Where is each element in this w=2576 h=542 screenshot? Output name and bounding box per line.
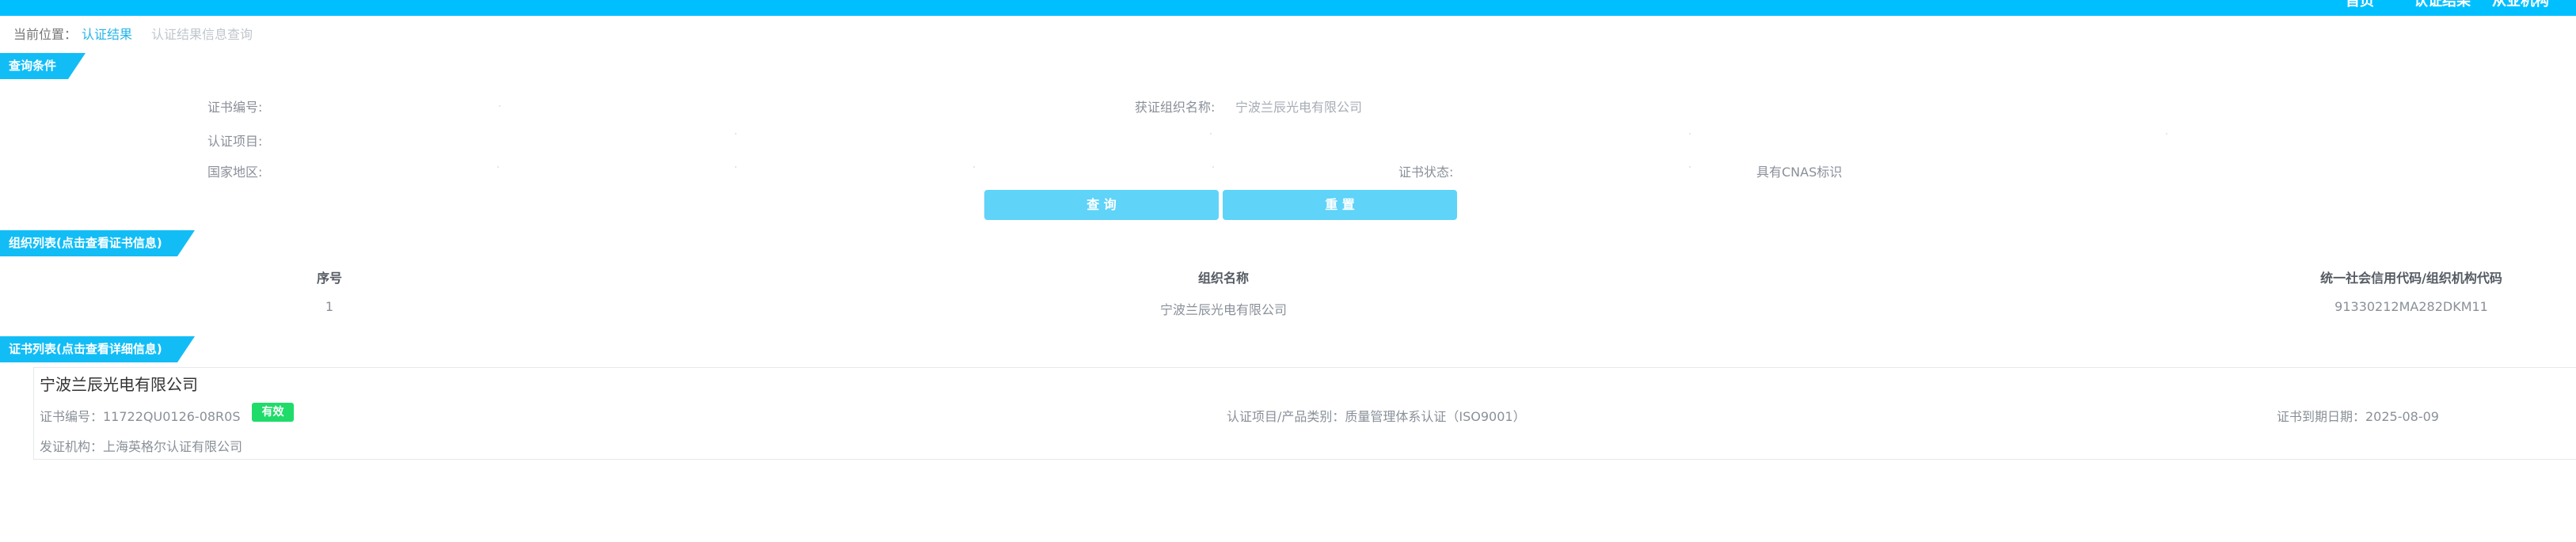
region-select-1[interactable] <box>497 166 499 168</box>
cert-card-org-name[interactable]: 宁波兰辰光电有限公司 <box>40 372 198 395</box>
reset-button[interactable]: 重 置 <box>1223 190 1457 220</box>
org-row-index[interactable]: 1 <box>325 299 333 314</box>
cert-card-issuer: 发证机构：上海英格尔认证有限公司 <box>40 439 243 454</box>
region-select-2[interactable] <box>735 166 736 168</box>
org-col-index: 序号 <box>316 271 343 286</box>
org-list-section-title: 组织列表(点击查看证书信息) <box>0 230 195 256</box>
org-row-name[interactable]: 宁波兰辰光电有限公司 <box>1160 299 1287 318</box>
project-select-3[interactable] <box>1689 133 1691 135</box>
query-section-title: 查询条件 <box>0 53 86 79</box>
region-select-3[interactable] <box>973 166 975 168</box>
cert-card-project: 认证项目/产品类别：质量管理体系认证（ISO9001） <box>1227 409 1526 424</box>
org-col-name: 组织名称 <box>1197 271 1250 286</box>
breadcrumb-prefix: 当前位置： <box>13 27 78 42</box>
cert-card-cert-no: 证书编号：11722QU0126-08R0S <box>40 409 241 424</box>
org-row-code[interactable]: 91330212MA282DKM11 <box>2334 299 2488 314</box>
cnas-checkbox-label[interactable]: 具有CNAS标识 <box>1756 161 1842 180</box>
nav-cert-results[interactable]: 认证结果 <box>2414 0 2471 9</box>
cert-no-input[interactable] <box>499 105 500 107</box>
cert-no-label: 证书编号: <box>207 100 263 115</box>
project-select-1[interactable] <box>735 133 736 135</box>
status-label: 证书状态: <box>1398 165 1454 180</box>
region-select-4[interactable] <box>1212 166 1214 168</box>
top-navigation-bar <box>0 0 2576 16</box>
cert-card-expiry: 证书到期日期：2025-08-09 <box>2277 409 2439 424</box>
org-name-label: 获证组织名称: <box>1135 100 1216 115</box>
breadcrumb: 当前位置： 认证结果 认证结果信息查询 <box>13 24 253 43</box>
cert-list-section-title: 证书列表(点击查看详细信息) <box>0 336 195 362</box>
org-col-code: 统一社会信用代码/组织机构代码 <box>2320 271 2502 286</box>
nav-agencies[interactable]: 从业机构 <box>2492 0 2549 9</box>
project-select-4[interactable] <box>2166 133 2167 135</box>
org-name-input[interactable]: 宁波兰辰光电有限公司 <box>1235 97 1362 116</box>
region-label: 国家地区: <box>207 165 263 180</box>
project-select-2[interactable] <box>1210 133 1212 135</box>
status-select[interactable] <box>1689 166 1691 168</box>
breadcrumb-current-link[interactable]: 认证结果 <box>82 27 132 42</box>
project-label: 认证项目: <box>207 134 263 149</box>
nav-home[interactable]: 首页 <box>2346 0 2374 9</box>
breadcrumb-sub-link[interactable]: 认证结果信息查询 <box>151 27 253 42</box>
cert-status-badge: 有效 <box>252 403 294 422</box>
search-button[interactable]: 查 询 <box>984 190 1219 220</box>
